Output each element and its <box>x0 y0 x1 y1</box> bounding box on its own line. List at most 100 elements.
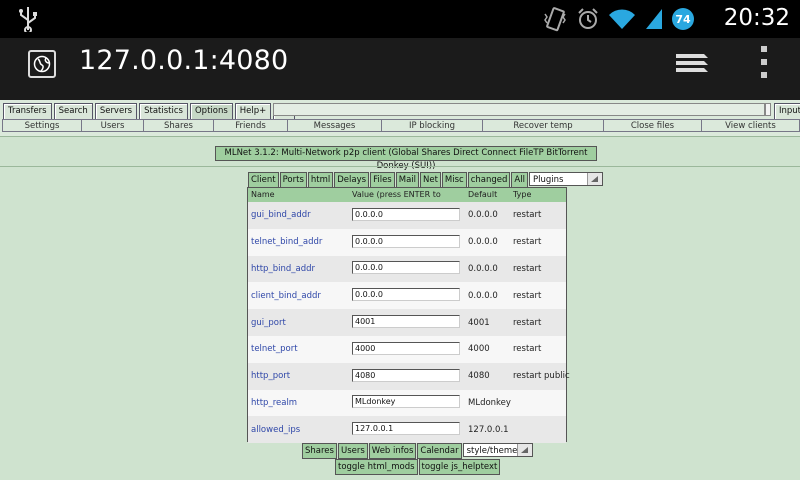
option-name[interactable]: telnet_bind_addr <box>248 237 350 247</box>
menu-transfers[interactable]: Transfers <box>3 103 52 120</box>
option-name[interactable]: http_bind_addr <box>248 264 350 274</box>
option-value-input[interactable] <box>352 261 460 275</box>
option-value-input[interactable] <box>352 315 460 329</box>
option-value-input[interactable] <box>352 422 460 436</box>
tab-changed[interactable]: changed <box>467 172 511 188</box>
main-menu: Transfers Search Servers Statistics Opti… <box>3 103 295 120</box>
web-page: Transfers Search Servers Statistics Opti… <box>0 100 800 480</box>
table-row: gui_bind_addr 0.0.0.0 restart <box>248 202 566 229</box>
option-default: 0.0.0.0 <box>468 210 498 221</box>
option-value-input[interactable] <box>352 234 460 248</box>
option-default: 0.0.0.0 <box>468 237 498 248</box>
option-value-input[interactable] <box>352 288 460 302</box>
table-row: gui_port 4001 restart <box>248 309 566 336</box>
tab-files[interactable]: Files <box>370 172 395 188</box>
address-bar[interactable]: 127.0.0.1:4080 <box>79 45 288 76</box>
option-value-input[interactable] <box>352 341 460 355</box>
menu-search[interactable]: Search <box>53 103 93 120</box>
option-name[interactable]: gui_port <box>248 318 350 328</box>
tab-mail[interactable]: Mail <box>395 172 419 188</box>
option-value-input[interactable] <box>352 368 460 382</box>
option-name[interactable]: telnet_port <box>248 344 350 354</box>
signal-icon <box>646 9 662 29</box>
submenu-friends[interactable]: Friends <box>214 119 288 132</box>
tabs-icon[interactable] <box>672 50 712 78</box>
submenu-shares[interactable]: Shares <box>144 119 214 132</box>
wifi-icon <box>609 9 635 29</box>
option-name[interactable]: allowed_ips <box>248 425 350 435</box>
menu-statistics[interactable]: Statistics <box>139 103 188 120</box>
scroll-thumb[interactable] <box>765 103 771 116</box>
option-type: restart <box>513 290 542 301</box>
options-table: Name (Help=mouseOver) Value (press ENTER… <box>247 187 570 444</box>
header-default: Default <box>468 190 498 199</box>
command-input[interactable] <box>273 103 765 116</box>
tab-misc[interactable]: Misc <box>441 172 467 188</box>
menu-options[interactable]: Options <box>189 103 233 120</box>
vibrate-icon <box>544 7 566 32</box>
table-row: http_realm MLdonkey <box>248 389 566 417</box>
toggle-buttons: toggle html_mods toggle js_helptext <box>335 459 501 475</box>
style-select-value: style/theme <box>466 446 518 456</box>
header-value: Value (press ENTER to save) <box>352 190 441 213</box>
submenu-view-clients[interactable]: View clients <box>702 119 800 132</box>
bottom-tabs: Shares Users Web infos Calendar style/th… <box>302 443 533 459</box>
status-bar: 74 20:32 <box>0 0 800 38</box>
tab-html[interactable]: html <box>307 172 334 188</box>
alarm-icon <box>578 8 598 29</box>
overflow-menu-icon[interactable] <box>758 46 770 78</box>
option-name[interactable]: http_port <box>248 371 350 381</box>
tab-all[interactable]: All <box>511 172 528 188</box>
submenu-close-files[interactable]: Close files <box>604 119 702 132</box>
top-menu-band: Transfers Search Servers Statistics Opti… <box>0 100 800 137</box>
table-row: allowed_ips 127.0.0.1 <box>248 416 566 444</box>
toggle-html-mods[interactable]: toggle html_mods <box>335 459 418 475</box>
option-default: MLdonkey <box>468 397 511 408</box>
input-button[interactable]: Input <box>774 103 800 120</box>
divider <box>0 166 800 167</box>
option-default: 4001 <box>468 317 490 328</box>
submenu-messages[interactable]: Messages <box>288 119 382 132</box>
bottom-tab-users[interactable]: Users <box>337 443 368 459</box>
option-type: restart <box>513 263 542 274</box>
toggle-js-helptext[interactable]: toggle js_helptext <box>418 459 501 475</box>
version-info: MLNet 3.1.2: Multi-Network p2p client (G… <box>215 146 597 171</box>
table-row: http_bind_addr 0.0.0.0 restart <box>248 255 566 283</box>
option-name[interactable]: client_bind_addr <box>248 291 350 301</box>
header-name: Name (Help=mouseOver) <box>251 190 328 213</box>
option-type: restart <box>513 317 542 328</box>
option-value-input[interactable] <box>352 207 460 221</box>
tab-client[interactable]: Client <box>248 172 279 188</box>
tab-ports[interactable]: Ports <box>279 172 307 188</box>
tab-net[interactable]: Net <box>420 172 441 188</box>
option-default: 0.0.0.0 <box>468 263 498 274</box>
bottom-tab-web-infos[interactable]: Web infos <box>368 443 417 459</box>
style-select[interactable]: style/theme <box>462 443 533 457</box>
header-type: Type <box>513 190 532 199</box>
bottom-tab-calendar[interactable]: Calendar <box>417 443 462 459</box>
bottom-tab-shares[interactable]: Shares <box>302 443 337 459</box>
options-submenu: Settings Users Shares Friends Messages I… <box>2 119 800 132</box>
submenu-ip-blocking[interactable]: IP blocking <box>382 119 483 132</box>
menu-help[interactable]: Help+ <box>234 103 272 120</box>
submenu-users[interactable]: Users <box>82 119 144 132</box>
option-default: 127.0.0.1 <box>468 424 509 435</box>
submenu-settings[interactable]: Settings <box>2 119 82 132</box>
option-default: 4080 <box>468 371 490 382</box>
globe-icon[interactable] <box>28 50 56 78</box>
plugins-select[interactable]: Plugins <box>528 172 603 186</box>
table-header: Name (Help=mouseOver) Value (press ENTER… <box>248 188 566 213</box>
dropdown-arrow-icon <box>516 444 532 456</box>
submenu-recover-temp[interactable]: Recover temp <box>483 119 604 132</box>
tab-delays[interactable]: Delays <box>334 172 370 188</box>
option-type: restart <box>513 237 542 248</box>
table-row: telnet_bind_addr 0.0.0.0 restart <box>248 228 566 256</box>
option-type: restart <box>513 344 542 355</box>
option-name[interactable]: gui_bind_addr <box>248 210 350 220</box>
option-default: 0.0.0.0 <box>468 290 498 301</box>
dropdown-arrow-icon <box>586 173 602 185</box>
menu-servers[interactable]: Servers <box>94 103 138 120</box>
usb-icon <box>19 7 37 32</box>
option-value-input[interactable] <box>352 395 460 409</box>
option-name[interactable]: http_realm <box>248 398 350 408</box>
